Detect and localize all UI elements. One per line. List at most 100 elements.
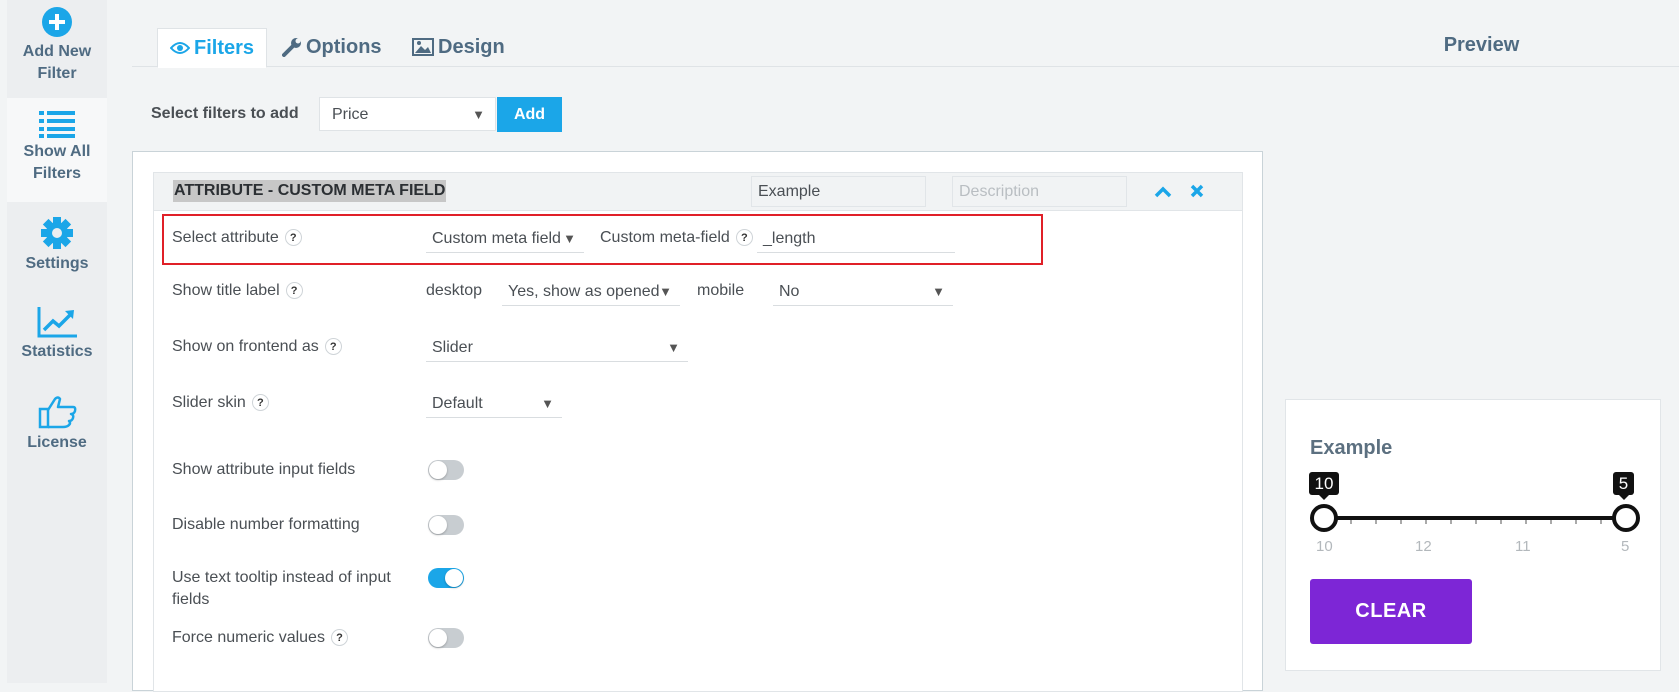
- show-frontend-label: Show on frontend as: [172, 338, 319, 355]
- mobile-title-value: No: [779, 283, 800, 300]
- collapse-button[interactable]: [1154, 179, 1172, 203]
- show-attribute-inputs-toggle[interactable]: [428, 460, 464, 480]
- sidebar-item-statistics[interactable]: Statistics: [7, 306, 107, 363]
- remove-filter-button[interactable]: [1190, 179, 1204, 203]
- force-numeric-toggle[interactable]: [428, 628, 464, 648]
- sidebar: Add New Filter Show All Filters Settings: [7, 0, 107, 683]
- tab-label: Filters: [194, 37, 255, 59]
- help-icon[interactable]: ?: [251, 394, 269, 412]
- wrench-icon: [282, 38, 301, 57]
- text-tooltip-label: Use text tooltip instead of input fields: [172, 567, 391, 611]
- attribute-value: Custom meta field: [432, 230, 561, 247]
- sidebar-label: Add New: [22, 43, 92, 60]
- tab-design[interactable]: Design: [412, 28, 505, 66]
- sidebar-item-show-all-filters[interactable]: Show All Filters: [7, 98, 107, 202]
- sidebar-label: Show All: [23, 143, 91, 160]
- preview-card: Example 10 5 10 12 11 5 CLEAR: [1285, 399, 1661, 671]
- sidebar-label: Filters: [32, 165, 81, 182]
- sidebar-label: Settings: [25, 255, 89, 272]
- desktop-title-value: Yes, show as opened: [508, 283, 660, 300]
- hand-pointer-icon: [38, 396, 77, 429]
- tab-options[interactable]: Options: [282, 28, 382, 66]
- attribute-select[interactable]: Custom meta field ▼: [426, 227, 584, 253]
- gear-icon: [41, 217, 73, 249]
- chevron-down-icon: ▼: [659, 284, 672, 299]
- help-icon[interactable]: ?: [284, 229, 302, 247]
- text-tooltip-label-line1: Use text tooltip instead of input: [172, 569, 391, 586]
- frontend-type-select[interactable]: Slider ▼: [426, 336, 688, 362]
- plus-circle-icon: [42, 7, 72, 37]
- disable-number-formatting-toggle[interactable]: [428, 515, 464, 535]
- toggle-knob: [429, 516, 447, 534]
- filter-box: ATTRIBUTE - CUSTOM META FIELD Example De…: [153, 172, 1243, 692]
- desktop-title-select[interactable]: Yes, show as opened ▼: [502, 280, 680, 306]
- min-value-tooltip: 10: [1309, 472, 1339, 500]
- meta-label-text: Custom meta-field: [600, 229, 730, 246]
- slider-min-handle[interactable]: [1310, 504, 1338, 532]
- custom-meta-field-input[interactable]: _length: [757, 227, 955, 253]
- row-show-on-frontend: Show on frontend as? Slider ▼: [154, 334, 1242, 364]
- row-select-attribute: Select attribute? Custom meta field ▼ Cu…: [154, 225, 1242, 255]
- toggle-knob: [445, 569, 463, 587]
- tab-label: Design: [438, 36, 505, 58]
- image-icon: [412, 38, 434, 56]
- slider-skin-select[interactable]: Default ▼: [426, 392, 562, 418]
- filter-type-value: Price: [332, 106, 369, 123]
- row-label: Slider skin?: [172, 392, 269, 414]
- slider-skin-value: Default: [432, 395, 483, 412]
- sidebar-item-license[interactable]: License: [7, 395, 107, 454]
- desktop-label: desktop: [426, 282, 483, 299]
- clear-button[interactable]: CLEAR: [1310, 579, 1472, 644]
- text-tooltip-toggle[interactable]: [428, 568, 464, 588]
- chevron-down-icon: ▼: [667, 340, 680, 355]
- row-label: Force numeric values?: [172, 627, 348, 649]
- help-icon[interactable]: ?: [735, 229, 753, 247]
- tab-filters[interactable]: Filters: [157, 28, 268, 68]
- row-label: Select attribute?: [172, 227, 302, 249]
- filter-title: ATTRIBUTE - CUSTOM META FIELD: [173, 180, 447, 202]
- sidebar-item-settings[interactable]: Settings: [7, 216, 107, 275]
- chevron-down-icon: ▼: [563, 231, 576, 246]
- tick-label: 11: [1515, 538, 1531, 555]
- select-filters-label: Select filters to add: [151, 105, 299, 122]
- select-attribute-label: Select attribute: [172, 229, 279, 246]
- preview-filter-title: Example: [1310, 437, 1393, 459]
- eye-icon: [170, 42, 190, 54]
- help-icon[interactable]: ?: [285, 282, 303, 300]
- filter-type-select[interactable]: Price ▼: [319, 97, 496, 131]
- close-icon: [1190, 184, 1204, 198]
- tick-label: 10: [1316, 538, 1333, 555]
- sidebar-label: License: [27, 434, 87, 451]
- show-title-label-text: Show title label: [172, 282, 280, 299]
- slider-ticks: [1350, 520, 1602, 524]
- help-icon[interactable]: ?: [324, 338, 342, 356]
- chevron-up-icon: [1154, 186, 1172, 198]
- toggle-knob: [429, 461, 447, 479]
- sidebar-label: Statistics: [21, 343, 93, 360]
- preview-title: Preview: [1284, 28, 1679, 67]
- row-show-title-label: Show title label? desktop Yes, show as o…: [154, 278, 1242, 308]
- range-slider[interactable]: [1306, 500, 1646, 536]
- row-disable-number-formatting: Disable number formatting: [154, 514, 1242, 544]
- filter-panel: ATTRIBUTE - CUSTOM META FIELD Example De…: [132, 151, 1263, 692]
- row-text-tooltip: Use text tooltip instead of input fields: [154, 567, 1242, 613]
- toggle-knob: [429, 629, 447, 647]
- filter-header: ATTRIBUTE - CUSTOM META FIELD Example De…: [154, 173, 1242, 211]
- show-attr-inputs-label: Show attribute input fields: [172, 461, 356, 478]
- filter-name-input[interactable]: Example: [751, 176, 926, 207]
- slider-max-handle[interactable]: [1612, 504, 1640, 532]
- mobile-title-select[interactable]: No ▼: [773, 280, 953, 306]
- sidebar-item-add-new-filter[interactable]: Add New Filter: [7, 6, 107, 98]
- custom-meta-field-label: Custom meta-field?: [600, 226, 753, 250]
- force-numeric-label: Force numeric values: [172, 629, 325, 646]
- disable-number-format-label: Disable number formatting: [172, 516, 360, 533]
- tick-label: 5: [1621, 538, 1630, 555]
- frontend-type-value: Slider: [432, 339, 473, 356]
- chevron-down-icon: ▼: [541, 396, 554, 411]
- help-icon[interactable]: ?: [330, 629, 348, 647]
- filter-description-input[interactable]: Description: [952, 176, 1127, 207]
- tab-label: Options: [306, 36, 382, 58]
- tab-bar: Filters Options Design: [132, 28, 1296, 68]
- row-show-attribute-inputs: Show attribute input fields: [154, 459, 1242, 489]
- add-filter-button[interactable]: Add: [497, 97, 562, 132]
